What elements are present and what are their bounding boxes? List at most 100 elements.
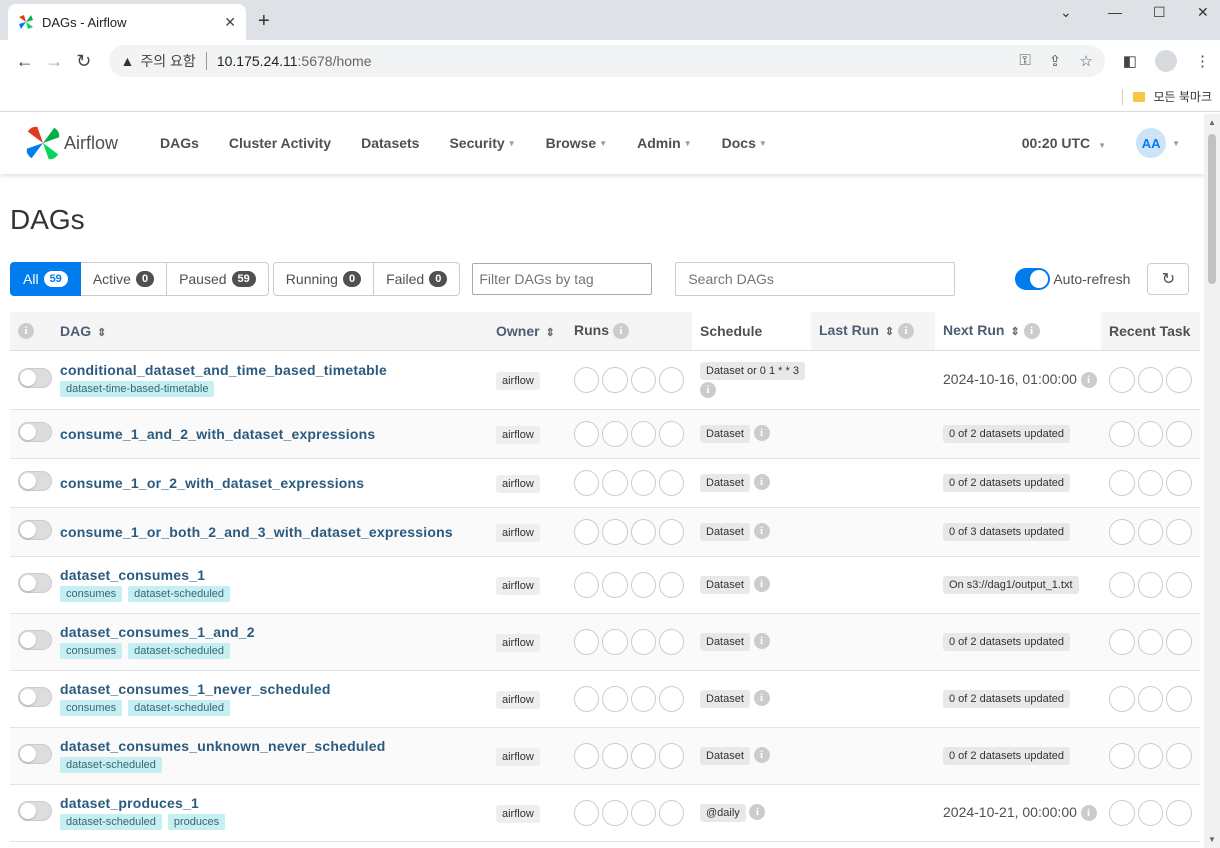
status-circle[interactable] (1137, 799, 1164, 826)
schedule-pill[interactable]: Dataset (700, 746, 750, 765)
info-icon[interactable]: i (1023, 323, 1040, 340)
page-scrollbar[interactable]: ▲ ▼ (1204, 114, 1220, 848)
schedule-pill[interactable]: Dataset (700, 522, 750, 541)
status-circle[interactable] (658, 571, 684, 598)
dag-pause-toggle[interactable] (18, 744, 52, 764)
info-icon[interactable]: i (753, 425, 770, 442)
next-run-pill[interactable]: 0 of 2 datasets updated (943, 473, 1070, 492)
status-circle[interactable] (1109, 420, 1135, 447)
next-run-pill[interactable]: On s3://dag1/output_1.txt (943, 575, 1079, 594)
info-icon[interactable]: i (1080, 372, 1097, 389)
info-icon[interactable]: i (753, 523, 770, 540)
status-circle[interactable] (602, 628, 628, 655)
status-circle[interactable] (602, 742, 628, 769)
status-circle[interactable] (1137, 469, 1164, 496)
status-circle[interactable] (658, 628, 684, 655)
forward-icon[interactable]: → (40, 51, 70, 72)
scroll-up-icon[interactable]: ▲ (1208, 118, 1216, 127)
status-circle[interactable] (1109, 799, 1135, 826)
menu-admin[interactable]: Admin ▼ (637, 135, 691, 151)
search-dags-input[interactable] (675, 262, 956, 296)
filter-paused-button[interactable]: Paused 59 (167, 262, 269, 296)
status-circle[interactable] (630, 571, 656, 598)
status-circle[interactable] (1137, 742, 1164, 769)
next-run-pill[interactable]: 0 of 3 datasets updated (943, 522, 1070, 541)
owner-pill[interactable]: airflow (496, 426, 540, 444)
status-circle[interactable] (1166, 518, 1193, 545)
info-icon[interactable]: i (898, 323, 914, 340)
status-circle[interactable] (1109, 571, 1135, 598)
dag-link[interactable]: dataset_consumes_unknown_never_scheduled (60, 738, 385, 754)
status-circle[interactable] (574, 469, 600, 496)
status-circle[interactable] (574, 799, 600, 826)
owner-pill[interactable]: airflow (496, 372, 540, 390)
dag-link[interactable]: dataset_consumes_1_never_scheduled (60, 681, 331, 697)
status-circle[interactable] (630, 685, 656, 712)
next-run-pill[interactable]: 0 of 2 datasets updated (943, 689, 1070, 708)
status-circle[interactable] (1166, 571, 1193, 598)
scrollbar-thumb[interactable] (1208, 134, 1216, 284)
status-circle[interactable] (574, 366, 600, 393)
dag-link[interactable]: dataset_consumes_1 (60, 567, 205, 583)
status-circle[interactable] (1137, 571, 1164, 598)
status-circle[interactable] (658, 799, 684, 826)
dag-tag[interactable]: dataset-scheduled (60, 757, 162, 773)
next-run-pill[interactable]: 0 of 2 datasets updated (943, 746, 1070, 765)
schedule-pill[interactable]: Dataset or 0 1 * * 3 (700, 361, 805, 380)
status-circle[interactable] (658, 469, 684, 496)
status-circle[interactable] (602, 799, 628, 826)
menu-dags[interactable]: DAGs (160, 135, 199, 151)
reload-icon[interactable]: ↻ (69, 51, 99, 72)
status-circle[interactable] (1109, 742, 1135, 769)
menu-security[interactable]: Security ▼ (449, 135, 515, 151)
dag-tag[interactable]: dataset-scheduled (128, 643, 231, 659)
status-circle[interactable] (630, 366, 656, 393)
dag-pause-toggle[interactable] (18, 368, 52, 388)
owner-pill[interactable]: airflow (496, 475, 540, 493)
side-panel-icon[interactable]: ◧ (1123, 52, 1137, 70)
dag-link[interactable]: consume_1_and_2_with_dataset_expressions (60, 426, 375, 442)
dag-tag[interactable]: produces (167, 814, 226, 830)
owner-pill[interactable]: airflow (496, 634, 540, 652)
status-circle[interactable] (574, 628, 600, 655)
status-circle[interactable] (1137, 420, 1164, 447)
tab-close-icon[interactable]: ✕ (224, 14, 236, 31)
password-key-icon[interactable]: ⚿ (1019, 52, 1030, 70)
status-circle[interactable] (630, 469, 656, 496)
status-circle[interactable] (602, 518, 628, 545)
status-circle[interactable] (658, 742, 684, 769)
filter-active-button[interactable]: Active 0 (80, 262, 168, 296)
status-circle[interactable] (1137, 366, 1164, 393)
status-circle[interactable] (1109, 469, 1135, 496)
caret-down-icon[interactable]: ▼ (1172, 139, 1180, 148)
dag-pause-toggle[interactable] (18, 801, 52, 821)
dag-tag[interactable]: consumes (60, 586, 123, 602)
owner-pill[interactable]: airflow (496, 524, 540, 542)
status-circle[interactable] (1166, 469, 1193, 496)
dag-tag[interactable]: dataset-scheduled (128, 700, 231, 716)
dag-tag[interactable]: dataset-scheduled (60, 814, 162, 830)
status-circle[interactable] (630, 518, 656, 545)
next-run-pill[interactable]: 0 of 2 datasets updated (943, 632, 1070, 651)
dag-tag[interactable]: dataset-scheduled (128, 586, 231, 602)
status-circle[interactable] (658, 366, 684, 393)
schedule-pill[interactable]: Dataset (700, 689, 750, 708)
schedule-pill[interactable]: Dataset (700, 424, 750, 443)
header-last-run[interactable]: Last Run ⇕ i (811, 312, 935, 351)
status-circle[interactable] (1109, 685, 1135, 712)
info-icon[interactable]: i (1080, 805, 1097, 822)
header-owner[interactable]: Owner ⇕ (488, 312, 566, 351)
status-circle[interactable] (630, 628, 656, 655)
info-icon[interactable]: i (753, 690, 770, 707)
info-icon[interactable]: i (700, 381, 716, 398)
status-circle[interactable] (574, 685, 600, 712)
schedule-pill[interactable]: @daily (700, 803, 746, 822)
profile-icon[interactable] (1154, 50, 1177, 72)
schedule-pill[interactable]: Dataset (700, 632, 750, 651)
user-avatar[interactable]: AA (1136, 128, 1167, 158)
menu-datasets[interactable]: Datasets (361, 135, 419, 151)
warning-icon[interactable]: ▲ (121, 53, 135, 69)
status-circle[interactable] (1137, 685, 1164, 712)
auto-refresh-toggle[interactable] (1015, 268, 1051, 290)
dag-pause-toggle[interactable] (18, 573, 52, 593)
